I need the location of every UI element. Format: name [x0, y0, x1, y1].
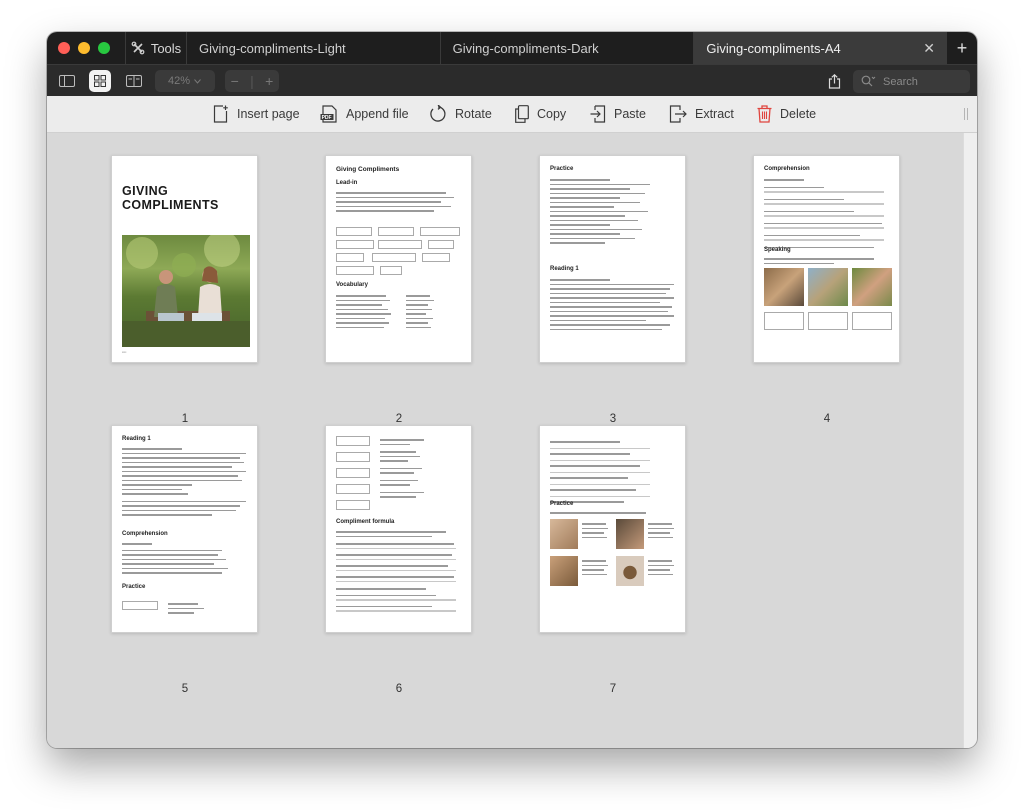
- tab-tools-label: Tools: [150, 40, 182, 56]
- pdf-file-icon: PDF: [320, 105, 337, 123]
- page-heading: Giving Compliments: [336, 166, 400, 173]
- chevron-down-icon: [194, 78, 201, 84]
- practice-photo: [616, 556, 644, 586]
- speaking-photo: [852, 268, 892, 306]
- page-number-label: 4: [823, 413, 831, 425]
- page-thumbnail[interactable]: GIVING COMPLIMENTS ▪▪▪▪: [111, 155, 258, 363]
- section-heading: Compliment formula: [336, 519, 395, 525]
- two-page-icon: [126, 75, 142, 87]
- close-tab-icon[interactable]: ✕: [923, 40, 935, 57]
- insert-page-label: Insert page: [237, 107, 300, 121]
- page-thumbnail[interactable]: Comprehension Speaking: [753, 155, 900, 363]
- tab-document-light[interactable]: Giving-compliments-Light: [186, 32, 440, 64]
- speaking-photo: [808, 268, 848, 306]
- page-actions-toolbar: Insert page PDF Append file Rotate Copy: [47, 96, 977, 133]
- page-number-label: 3: [609, 413, 617, 425]
- zoom-out-button[interactable]: −: [231, 73, 239, 89]
- share-button[interactable]: [823, 70, 845, 92]
- section-heading: Lead-in: [336, 180, 358, 186]
- copy-icon: [515, 105, 529, 123]
- rotate-icon: [430, 105, 446, 122]
- tab-tools[interactable]: Tools: [125, 32, 186, 64]
- section-heading: Reading 1: [122, 436, 151, 442]
- tab-label: Giving-compliments-A4: [706, 40, 841, 56]
- rotate-button[interactable]: Rotate: [429, 105, 492, 123]
- grid-view-button[interactable]: [89, 70, 111, 92]
- cover-title: GIVING COMPLIMENTS: [122, 184, 219, 212]
- search-placeholder: Search: [883, 75, 918, 88]
- page-thumbnail[interactable]: Compliment formula: [325, 425, 472, 633]
- section-heading: Comprehension: [764, 166, 810, 172]
- tools-icon: [131, 41, 145, 55]
- practice-photo: [616, 519, 644, 549]
- extract-button[interactable]: Extract: [669, 105, 734, 123]
- extract-icon: [669, 105, 687, 123]
- tab-document-a4[interactable]: Giving-compliments-A4 ✕: [693, 32, 948, 64]
- cover-photo: [122, 235, 250, 347]
- insert-page-button[interactable]: Insert page: [213, 105, 300, 123]
- grid-icon: [94, 75, 106, 87]
- zoom-value: 42%: [168, 75, 191, 87]
- page-grid: GIVING COMPLIMENTS ▪▪▪▪ 1 Giving Complim…: [47, 133, 963, 748]
- share-icon: [828, 73, 840, 89]
- practice-photo: [550, 556, 578, 586]
- section-heading: Comprehension: [122, 531, 168, 537]
- paste-label: Paste: [614, 107, 646, 121]
- search-field[interactable]: Search: [853, 70, 970, 93]
- new-tab-button[interactable]: +: [947, 32, 977, 64]
- page-thumbnail[interactable]: Practice Reading 1: [539, 155, 686, 363]
- page-number-label: 5: [181, 683, 189, 695]
- section-heading: Practice: [550, 501, 574, 507]
- append-file-button[interactable]: PDF Append file: [320, 105, 409, 123]
- page-number-label: 2: [395, 413, 403, 425]
- speaking-photo: [764, 268, 804, 306]
- toolbar-grip[interactable]: [964, 108, 968, 120]
- page-thumbnail[interactable]: Practice: [539, 425, 686, 633]
- zoom-select[interactable]: 42%: [155, 70, 215, 92]
- trash-icon: [757, 105, 772, 123]
- sidebar-icon: [59, 75, 75, 87]
- zoom-controls: − | +: [225, 70, 279, 92]
- app-window: Tools Giving-compliments-Light Giving-co…: [47, 32, 977, 748]
- page-thumbnail[interactable]: Reading 1 Comprehension Practice: [111, 425, 258, 633]
- copy-button[interactable]: Copy: [515, 105, 566, 123]
- append-file-label: Append file: [346, 107, 409, 121]
- tab-label: Giving-compliments-Dark: [452, 40, 599, 56]
- minimize-window-button[interactable]: [78, 42, 90, 54]
- section-heading: Practice: [122, 584, 146, 590]
- close-window-button[interactable]: [58, 42, 70, 54]
- section-heading: Reading 1: [550, 266, 579, 272]
- section-heading: Speaking: [764, 247, 791, 253]
- practice-photo: [550, 519, 578, 549]
- tab-label: Giving-compliments-Light: [199, 40, 346, 56]
- copy-label: Copy: [537, 107, 567, 121]
- insert-page-icon: [213, 105, 228, 123]
- delete-button[interactable]: Delete: [757, 105, 816, 123]
- delete-label: Delete: [780, 107, 817, 121]
- section-heading: Vocabulary: [336, 282, 368, 288]
- page-number-label: 1: [181, 413, 189, 425]
- tab-document-dark[interactable]: Giving-compliments-Dark: [439, 32, 694, 64]
- tab-bar: Tools Giving-compliments-Light Giving-co…: [47, 32, 977, 64]
- zoom-in-button[interactable]: +: [265, 73, 273, 89]
- svg-text:PDF: PDF: [322, 115, 332, 121]
- page-number-label: 6: [395, 683, 403, 695]
- sidebar-view-button[interactable]: [56, 70, 78, 92]
- view-toolbar: 42% − | + Search: [47, 64, 977, 96]
- zoom-window-button[interactable]: [98, 42, 110, 54]
- scrollbar[interactable]: [963, 133, 977, 748]
- paste-button[interactable]: Paste: [590, 105, 646, 123]
- page-thumbnail[interactable]: Giving Compliments Lead-in Vocabulary: [325, 155, 472, 363]
- section-heading: Practice: [550, 166, 574, 172]
- page-number-label: 7: [609, 683, 617, 695]
- two-page-view-button[interactable]: [123, 70, 145, 92]
- traffic-lights: [47, 32, 125, 64]
- search-icon: [861, 75, 876, 87]
- paste-icon: [590, 105, 606, 123]
- rotate-label: Rotate: [455, 107, 492, 121]
- extract-label: Extract: [695, 107, 734, 121]
